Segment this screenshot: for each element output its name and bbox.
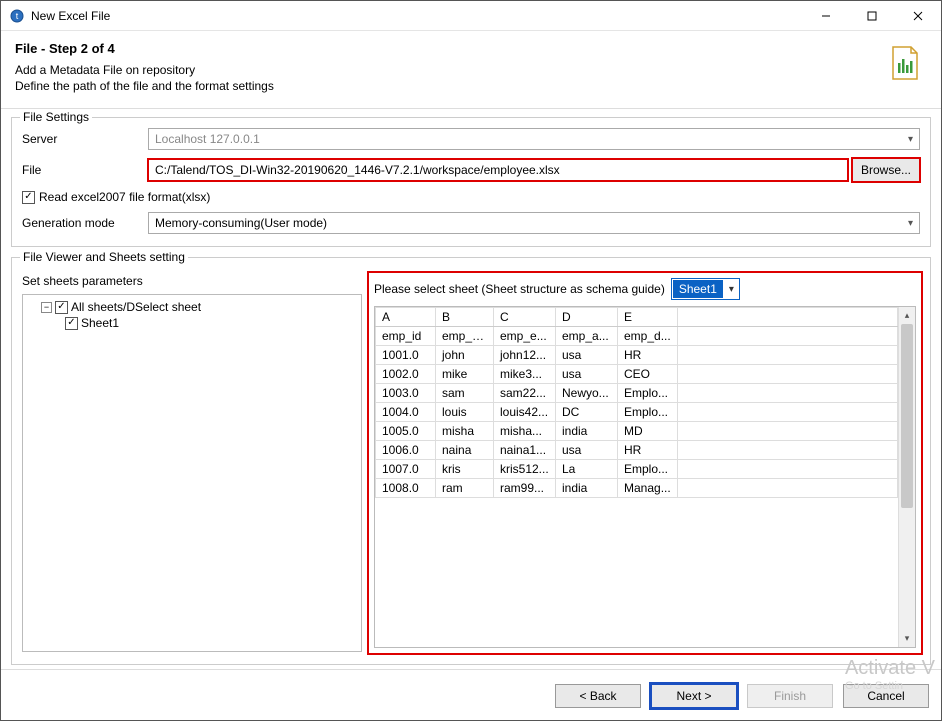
sheet-preview-table-wrap: A B C D E	[374, 306, 916, 648]
close-icon	[913, 11, 923, 21]
table-row[interactable]: 1003.0samsam22...Newyo...Emplo...	[376, 384, 898, 403]
col-header[interactable]: B	[436, 308, 494, 327]
maximize-button[interactable]	[849, 1, 895, 31]
tree-root-row[interactable]: − ✓ All sheets/DSelect sheet	[29, 299, 355, 315]
server-row: Server Localhost 127.0.0.1 ▾	[22, 128, 920, 150]
sheets-tree-panel: Set sheets parameters − ✓ All sheets/DSe…	[22, 274, 362, 652]
wizard-step-sub2: Define the path of the file and the form…	[15, 78, 883, 94]
tree-child-checkbox[interactable]: ✓	[65, 317, 78, 330]
sheet-preview-scroll[interactable]: A B C D E	[375, 307, 898, 647]
table-row[interactable]: 1004.0louislouis42...DCEmplo...	[376, 403, 898, 422]
server-value: Localhost 127.0.0.1	[155, 132, 260, 146]
file-settings-label: File Settings	[20, 110, 92, 124]
col-header[interactable]: A	[376, 308, 436, 327]
window-title: New Excel File	[31, 9, 110, 23]
col-header[interactable]: D	[556, 308, 618, 327]
table-row[interactable]: 1002.0mikemike3...usaCEO	[376, 365, 898, 384]
sheet-preview-panel: Please select sheet (Sheet structure as …	[370, 274, 920, 652]
gen-mode-label: Generation mode	[22, 216, 142, 230]
scroll-track[interactable]	[899, 324, 915, 630]
file-settings-group: File Settings Server Localhost 127.0.0.1…	[11, 117, 931, 247]
chevron-down-icon: ▾	[908, 218, 913, 229]
sheet-select-row: Please select sheet (Sheet structure as …	[374, 278, 916, 300]
col-header[interactable]: C	[494, 308, 556, 327]
chevron-down-icon: ▾	[724, 284, 739, 295]
gen-mode-value: Memory-consuming(User mode)	[155, 216, 327, 230]
file-row: File Browse...	[22, 158, 920, 182]
tree-collapse-icon[interactable]: −	[41, 302, 52, 313]
wizard-step-title: File - Step 2 of 4	[15, 41, 883, 56]
wizard-header-text: File - Step 2 of 4 Add a Metadata File o…	[15, 41, 883, 94]
sheet-select-prompt: Please select sheet (Sheet structure as …	[374, 282, 665, 296]
chevron-down-icon: ▾	[908, 134, 913, 145]
sheet-select-value: Sheet1	[673, 280, 723, 298]
table-row[interactable]: emp_id emp_n... emp_e... emp_a... emp_d.…	[376, 327, 898, 346]
table-row[interactable]: 1007.0kriskris512...LaEmplo...	[376, 460, 898, 479]
gen-mode-row: Generation mode Memory-consuming(User mo…	[22, 212, 920, 234]
wizard-header-icon	[883, 41, 927, 94]
titlebar: t New Excel File	[1, 1, 941, 31]
read-xlsx-label: Read excel2007 file format(xlsx)	[39, 190, 210, 204]
close-button[interactable]	[895, 1, 941, 31]
cancel-button[interactable]: Cancel	[843, 684, 929, 708]
gen-mode-select[interactable]: Memory-consuming(User mode) ▾	[148, 212, 920, 234]
scroll-thumb[interactable]	[901, 324, 913, 507]
file-viewer-group: File Viewer and Sheets setting Set sheet…	[11, 257, 931, 665]
file-label: File	[22, 163, 142, 177]
wizard-step-sub1: Add a Metadata File on repository	[15, 62, 883, 78]
next-button[interactable]: Next >	[651, 684, 737, 708]
finish-button: Finish	[747, 684, 833, 708]
table-row[interactable]: 1005.0mishamisha...indiaMD	[376, 422, 898, 441]
tree-child-row[interactable]: ✓ Sheet1	[29, 315, 355, 331]
table-column-letters: A B C D E	[376, 308, 898, 327]
file-viewer-label: File Viewer and Sheets setting	[20, 250, 188, 264]
scroll-down-icon[interactable]: ▾	[899, 630, 915, 647]
wizard-header: File - Step 2 of 4 Add a Metadata File o…	[1, 31, 941, 109]
dialog-window: t New Excel File File - Step 2 of 4 Add …	[0, 0, 942, 721]
table-row[interactable]: 1001.0johnjohn12...usaHR	[376, 346, 898, 365]
sheets-tree[interactable]: − ✓ All sheets/DSelect sheet ✓ Sheet1	[22, 294, 362, 652]
table-row[interactable]: 1008.0ramram99...indiaManag...	[376, 479, 898, 498]
tree-child-label: Sheet1	[81, 316, 119, 330]
server-label: Server	[22, 132, 142, 146]
sheet-preview-table: A B C D E	[375, 307, 898, 498]
file-path-input[interactable]	[148, 159, 848, 181]
wizard-content: File Settings Server Localhost 127.0.0.1…	[1, 109, 941, 669]
vertical-scrollbar[interactable]: ▴ ▾	[898, 307, 915, 647]
col-header-empty	[678, 308, 898, 327]
tree-root-checkbox[interactable]: ✓	[55, 301, 68, 314]
excel-file-icon	[889, 45, 921, 81]
server-select[interactable]: Localhost 127.0.0.1 ▾	[148, 128, 920, 150]
maximize-icon	[867, 11, 877, 21]
browse-button[interactable]: Browse...	[852, 158, 920, 182]
read-xlsx-checkbox[interactable]: ✓	[22, 191, 35, 204]
tree-root-label: All sheets/DSelect sheet	[71, 300, 201, 314]
back-button[interactable]: < Back	[555, 684, 641, 708]
wizard-footer: Activate V Go to Settin < Back Next > Fi…	[1, 669, 941, 720]
scroll-up-icon[interactable]: ▴	[899, 307, 915, 324]
table-body: emp_id emp_n... emp_e... emp_a... emp_d.…	[376, 327, 898, 498]
col-header[interactable]: E	[618, 308, 678, 327]
read-xlsx-row[interactable]: ✓ Read excel2007 file format(xlsx)	[22, 190, 920, 204]
minimize-button[interactable]	[803, 1, 849, 31]
sheets-tree-label: Set sheets parameters	[22, 274, 362, 288]
sheet-select[interactable]: Sheet1 ▾	[671, 278, 740, 300]
table-row[interactable]: 1006.0nainanaina1...usaHR	[376, 441, 898, 460]
app-icon: t	[9, 8, 25, 24]
minimize-icon	[821, 11, 831, 21]
